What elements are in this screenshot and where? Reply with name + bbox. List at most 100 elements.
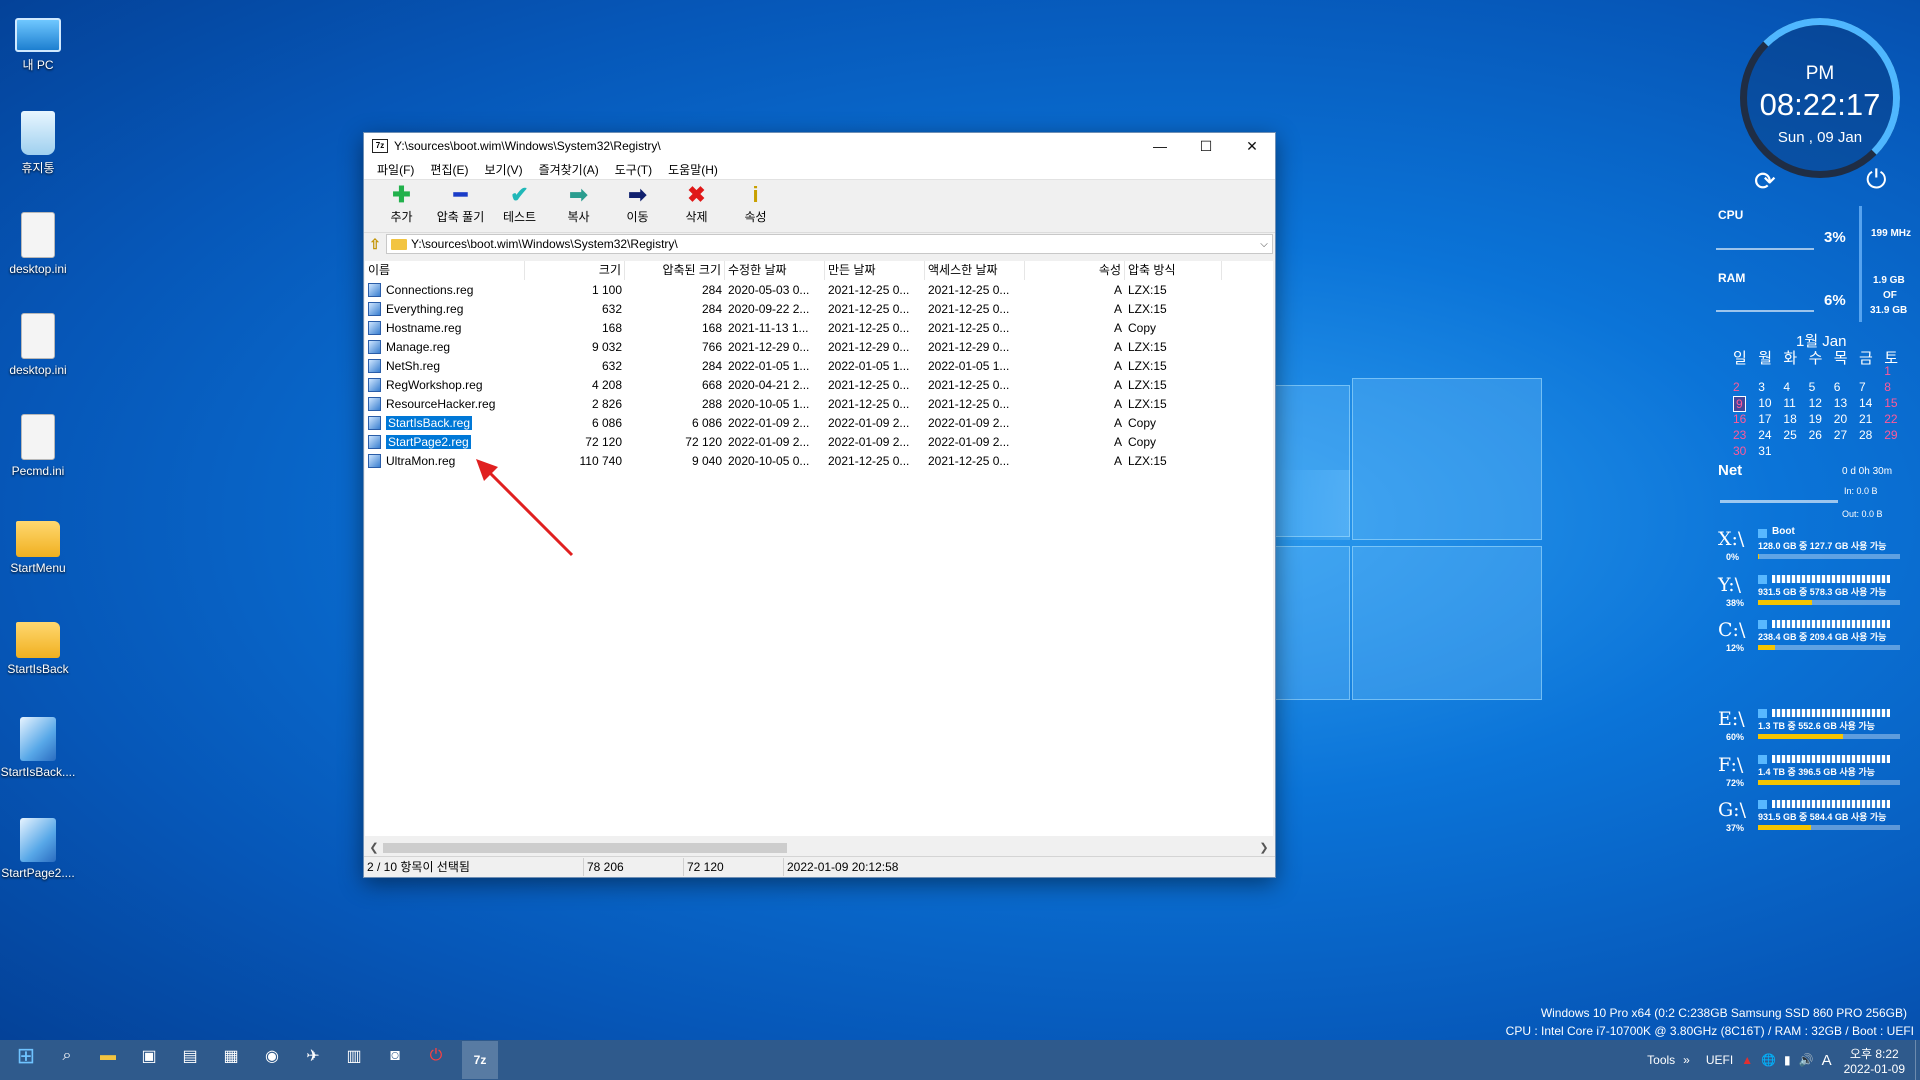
calendar-day[interactable]: 27 [1834,428,1847,442]
calendar-day[interactable]: 22 [1884,412,1897,426]
calendar-day[interactable]: 19 [1809,412,1822,426]
scroll-right-icon[interactable]: ❯ [1257,840,1271,856]
calendar-day[interactable]: 16 [1733,412,1746,426]
calendar-day[interactable]: 6 [1834,380,1841,394]
calendar-day[interactable]: 1 [1884,364,1891,378]
calendar-day[interactable]: 4 [1783,380,1790,394]
menu-item[interactable]: 보기(V) [476,161,530,178]
calendar-day[interactable]: 15 [1884,396,1897,410]
edge-icon[interactable]: ◉ [257,1041,287,1071]
toolbar-button-7[interactable]: i 속성 [726,180,785,232]
desktop-icon[interactable]: 내 PC [0,10,76,73]
calendar-day[interactable]: 2 [1733,380,1740,394]
desktop-icon[interactable]: StartMenu [0,515,76,575]
desktop-icon[interactable]: desktop.ini [0,212,76,276]
tray-chevron[interactable]: » [1683,1053,1690,1067]
folder-up-icon[interactable]: ⇧ [364,236,386,253]
calendar-day[interactable]: 13 [1834,396,1847,410]
column-header[interactable]: 속성 [1025,261,1125,280]
calendar-day[interactable]: 18 [1783,412,1796,426]
network-icon[interactable]: ▲ [1741,1053,1753,1067]
table-row[interactable]: StartIsBack.reg 6 086 6 086 2022-01-09 2...… [365,413,1273,432]
desktop-icon[interactable]: StartIsBack [0,616,76,676]
calendar-day[interactable]: 14 [1859,396,1872,410]
table-row[interactable]: Hostname.reg 168 168 2021-11-13 1... 2021-12… [365,318,1273,337]
close-button[interactable]: ✕ [1229,133,1275,159]
title-bar[interactable]: 7z Y:\sources\boot.wim\Windows\System32\… [364,133,1275,159]
calendar-day[interactable]: 3 [1758,380,1765,394]
column-header[interactable]: 압축 방식 [1125,261,1222,280]
save-tool-icon[interactable]: ▤ [175,1041,205,1071]
column-header[interactable]: 수정한 날짜 [725,261,825,280]
maximize-button[interactable]: ☐ [1183,133,1229,159]
table-row[interactable]: NetSh.reg 632 284 2022-01-05 1... 2022-01-05… [365,356,1273,375]
calendar-day[interactable]: 31 [1758,444,1771,458]
calendar-day[interactable]: 30 [1733,444,1746,458]
calendar-day[interactable]: 26 [1809,428,1822,442]
calendar-day[interactable]: 24 [1758,428,1771,442]
table-row[interactable]: Manage.reg 9 032 766 2021-12-29 0... 2021-12… [365,337,1273,356]
column-header[interactable]: 만든 날짜 [825,261,925,280]
column-header[interactable]: 압축된 크기 [625,261,725,280]
chevron-down-icon[interactable]: ⌵ [1256,239,1272,250]
calendar-day[interactable]: 29 [1884,428,1897,442]
desktop-icon[interactable]: Pecmd.ini [0,414,76,478]
table-row[interactable]: StartPage2.reg 72 120 72 120 2022-01-09 2..… [365,432,1273,451]
tray-clock[interactable]: 오후 8:22 2022-01-09 [1844,1045,1905,1076]
table-row[interactable]: RegWorkshop.reg 4 208 668 2020-04-21 2... 20… [365,375,1273,394]
registry-tool-icon[interactable]: ▥ [339,1041,369,1071]
camera-icon[interactable]: ◙ [380,1041,410,1071]
desktop-icon[interactable]: desktop.ini [0,313,76,377]
minimize-button[interactable]: — [1137,133,1183,159]
terminal-icon[interactable]: ▣ [134,1041,164,1071]
calendar-day[interactable]: 21 [1859,412,1872,426]
toolbar-button-6[interactable]: ✖ 삭제 [667,180,726,232]
bird-app-icon[interactable]: ✈ [298,1041,328,1071]
calendar-day[interactable]: 25 [1783,428,1796,442]
toolbar-button-4[interactable]: ➡ 복사 [549,180,608,232]
desktop-icon[interactable]: StartIsBack.... [0,717,76,779]
menu-item[interactable]: 편집(E) [422,161,476,178]
column-header[interactable]: 크기 [525,261,625,280]
column-header[interactable]: 액세스한 날짜 [925,261,1025,280]
refresh-icon[interactable]: ⟳ [1754,166,1776,197]
start-icon[interactable]: ⊞ [11,1041,41,1071]
menu-item[interactable]: 파일(F) [369,161,422,178]
calendar-day[interactable]: 8 [1884,380,1891,394]
show-desktop-button[interactable] [1915,1040,1920,1080]
menu-item[interactable]: 도구(T) [607,161,660,178]
table-row[interactable]: Everything.reg 632 284 2020-09-22 2... 2021-… [365,299,1273,318]
toolbar-button-1[interactable]: ✚ 추가 [372,180,431,232]
7zip-icon[interactable]: 7z [462,1041,498,1079]
globe-icon[interactable]: 🌐 [1761,1053,1776,1067]
address-field[interactable]: Y:\sources\boot.wim\Windows\System32\Reg… [386,234,1273,254]
calendar-day[interactable]: 12 [1809,396,1822,410]
toolbar-button-5[interactable]: ➡ 이동 [608,180,667,232]
table-row[interactable]: Connections.reg 1 100 284 2020-05-03 0... 20… [365,280,1273,299]
calendar-day[interactable]: 20 [1834,412,1847,426]
desktop-icon[interactable]: StartPage2.... [0,818,76,880]
scroll-left-icon[interactable]: ❮ [367,840,381,856]
calendar-day[interactable]: 5 [1809,380,1816,394]
calendar-day[interactable]: 28 [1859,428,1872,442]
calendar-day[interactable]: 23 [1733,428,1746,442]
column-header[interactable]: 이름 [365,261,525,280]
calendar-day[interactable]: 17 [1758,412,1771,426]
menu-item[interactable]: 즐겨찾기(A) [531,161,607,178]
power-icon[interactable]: ⏻ [1866,164,1887,196]
toolbar-button-2[interactable]: ━ 압축 풀기 [431,180,490,232]
toolbar-button-3[interactable]: ✔ 테스트 [490,180,549,232]
power-app-icon[interactable]: ⏻ [421,1041,451,1071]
volume-icon[interactable]: 🔊 [1799,1053,1814,1067]
file-explorer-icon[interactable]: ▬ [93,1041,123,1071]
table-row[interactable]: ResourceHacker.reg 2 826 288 2020-10-05 1..… [365,394,1273,413]
battery-icon[interactable]: ▮ [1784,1053,1791,1067]
scroll-thumb[interactable] [383,843,787,853]
horizontal-scrollbar[interactable]: ❮ ❯ [365,840,1273,856]
chip-tool-icon[interactable]: ▦ [216,1041,246,1071]
ime-indicator[interactable]: A [1822,1052,1832,1069]
calendar-day[interactable]: 7 [1859,380,1866,394]
desktop-icon[interactable]: 휴지통 [0,111,76,176]
calendar-day[interactable]: 10 [1758,396,1771,410]
menu-item[interactable]: 도움말(H) [660,161,726,178]
